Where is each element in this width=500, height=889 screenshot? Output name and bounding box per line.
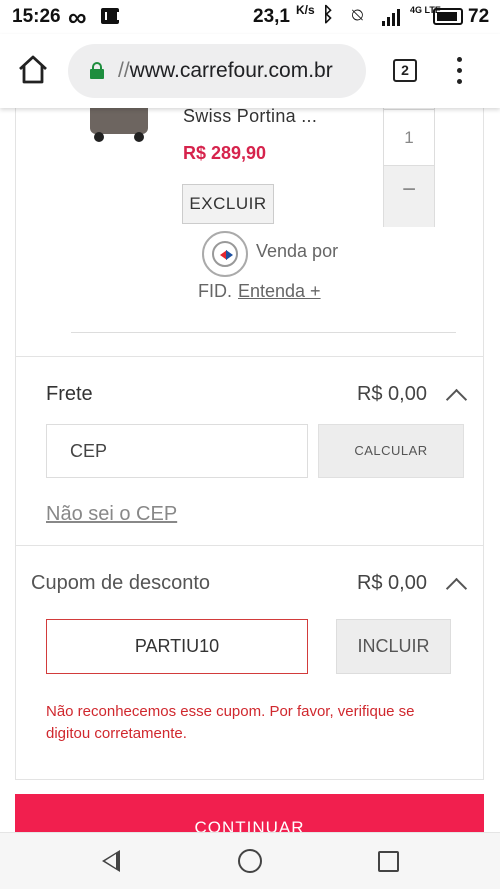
cart-page: Swiss Portina ... R$ 289,90 1 − EXCLUIR … <box>0 108 500 832</box>
product-image[interactable] <box>90 108 148 142</box>
coupon-title: Cupom de desconto <box>31 572 211 594</box>
seller-info-link[interactable]: Entenda + <box>238 281 321 302</box>
infinity-icon: ∞ <box>68 2 87 32</box>
quantity-stepper: 1 − <box>383 108 435 227</box>
coupon-error-message: Não reconhecemos esse cupom. Por favor, … <box>46 703 415 742</box>
mute-icon: ⍉ <box>352 5 363 25</box>
shipping-title: Frete <box>46 383 93 405</box>
seller-label: Venda por <box>256 241 339 261</box>
calculate-shipping-button[interactable]: CALCULAR <box>318 424 464 478</box>
quantity-value[interactable]: 1 <box>384 109 434 165</box>
coupon-panel: Cupom de desconto R$ 0,00 PARTIU10 INCLU… <box>15 545 484 780</box>
signal-icon <box>382 8 404 26</box>
continue-button[interactable]: CONTINUAR <box>15 794 484 832</box>
address-bar[interactable]: //www.carrefour.com.br <box>68 44 366 98</box>
coupon-amount: R$ 0,00 <box>356 572 427 594</box>
url-host: www.carrefour.com.br <box>129 59 333 82</box>
menu-icon[interactable] <box>452 57 466 85</box>
dont-know-cep-link[interactable]: Não sei o CEP <box>46 503 177 526</box>
status-bar: 15:26 ∞ 23,1 K/s ᛒ ⍉ 4G LTE 72 <box>0 0 500 34</box>
back-icon[interactable] <box>102 850 120 872</box>
apply-coupon-button[interactable]: INCLUIR <box>336 619 451 674</box>
cep-input[interactable]: CEP <box>46 424 308 478</box>
shipping-amount: R$ 0,00 <box>356 383 427 405</box>
lock-icon <box>90 62 104 79</box>
delete-item-button[interactable]: EXCLUIR <box>182 184 274 224</box>
status-time: 15:26 <box>12 6 61 27</box>
home-circle-icon[interactable] <box>238 849 262 873</box>
media-icon <box>101 8 119 24</box>
seller-name: FID. <box>198 281 232 301</box>
url-scheme: // <box>118 59 130 82</box>
battery-icon <box>433 8 463 25</box>
network-speed-unit: K/s <box>296 3 315 17</box>
bluetooth-icon: ᛒ <box>322 4 334 26</box>
carrefour-logo-icon <box>202 231 248 277</box>
home-icon[interactable] <box>16 53 50 87</box>
chevron-up-icon[interactable] <box>447 387 465 405</box>
product-price: R$ 289,90 <box>183 143 267 163</box>
network-speed: 23,1 <box>253 6 290 27</box>
tabs-icon[interactable]: 2 <box>393 59 417 82</box>
divider <box>71 332 456 333</box>
browser-toolbar: //www.carrefour.com.br 2 <box>0 34 500 108</box>
url-text[interactable]: //www.carrefour.com.br <box>118 59 333 83</box>
shipping-panel: Frete R$ 0,00 CEP CALCULAR Não sei o CEP <box>15 356 484 546</box>
system-nav-bar <box>0 832 500 889</box>
battery-level: 72 <box>468 6 490 27</box>
product-name[interactable]: Swiss Portina ... <box>183 108 317 127</box>
quantity-decrease-button[interactable]: − <box>384 165 434 227</box>
recents-icon[interactable] <box>378 851 399 872</box>
chevron-up-icon[interactable] <box>447 576 465 594</box>
coupon-code-input[interactable]: PARTIU10 <box>46 619 308 674</box>
